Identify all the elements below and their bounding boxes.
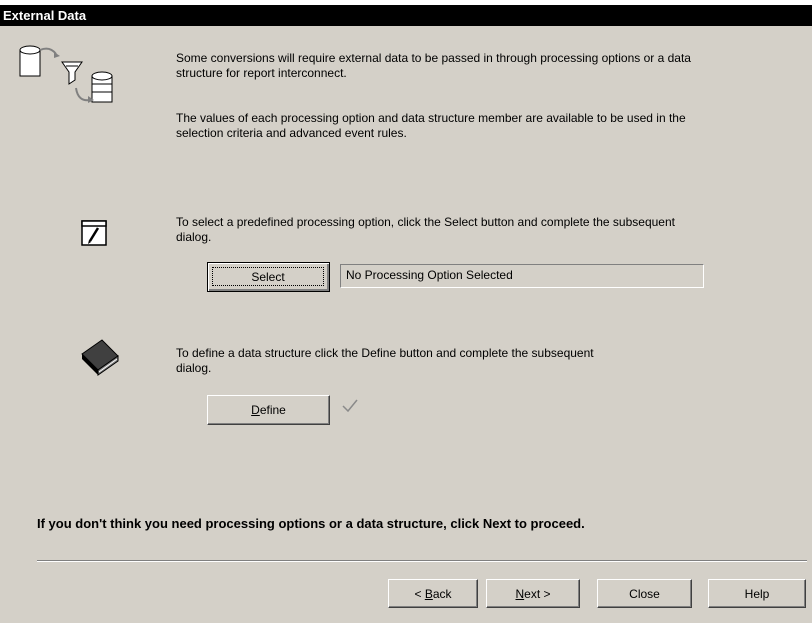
select-button-label: Select [212,267,324,286]
help-button[interactable]: Help [708,579,806,608]
next-mnemonic: N [515,587,525,601]
back-button[interactable]: < Back [388,579,478,608]
dialog-panel: Some conversions will require external d… [0,26,812,623]
define-button[interactable]: Define [207,395,330,425]
footer-divider [37,560,807,562]
data-filter-icon [19,45,113,103]
datastructure-text-2: dialog. [176,361,212,375]
notepad-pencil-icon [81,220,107,246]
define-mnemonic: D [251,403,260,417]
intro-text-1: Some conversions will require external d… [176,51,691,65]
next-button[interactable]: Next > [486,579,580,608]
checkmark-icon [342,399,358,413]
select-button[interactable]: Select [207,262,330,292]
window-title: External Data [0,5,812,26]
processing-text-1: To select a predefined processing option… [176,215,675,229]
intro-text-2: structure for report interconnect. [176,66,347,80]
back-mnemonic: B [424,587,433,601]
close-button[interactable]: Close [597,579,692,608]
next-hint-text: If you don't think you need processing o… [37,516,585,531]
processing-text-2: dialog. [176,230,212,244]
define-label: efine [259,403,286,417]
intro-text-3: The values of each processing option and… [176,111,686,125]
intro-text-4: selection criteria and advanced event ru… [176,126,407,140]
book-icon [81,339,119,376]
datastructure-text-1: To define a data structure click the Def… [176,346,594,360]
processing-option-status-field: No Processing Option Selected [340,264,704,288]
